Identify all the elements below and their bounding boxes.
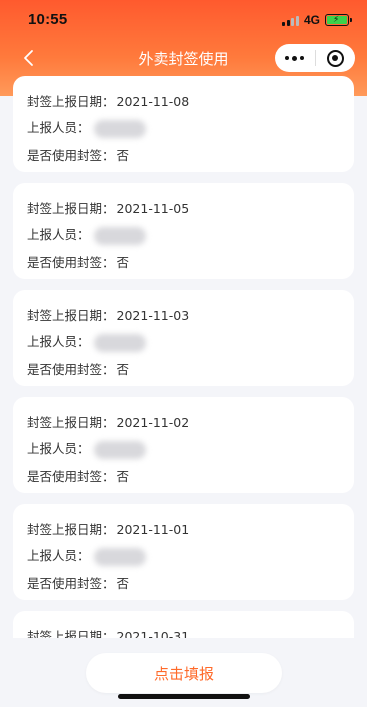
record-used-row: 是否使用封签：否: [27, 466, 129, 485]
used-label: 是否使用封签：: [27, 148, 115, 163]
record-reporter-row: 上报人员：: [27, 224, 146, 245]
reporter-label: 上报人员：: [27, 334, 90, 349]
used-value: 否: [116, 255, 130, 270]
redacted-name: [93, 333, 146, 352]
used-value: 否: [116, 576, 130, 591]
record-card[interactable]: 封签上报日期： 2021-11-01 上报人员： 是否使用封签：否: [13, 504, 354, 600]
used-label: 是否使用封签：: [27, 576, 115, 591]
more-dots-icon: [285, 56, 290, 60]
used-value: 否: [116, 469, 130, 484]
used-label: 是否使用封签：: [27, 469, 115, 484]
record-card[interactable]: 封签上报日期： 2021-10-31: [13, 611, 354, 638]
record-used-row: 是否使用封签：否: [27, 359, 129, 378]
date-value: 2021-10-31: [116, 629, 190, 638]
record-card[interactable]: 封签上报日期： 2021-11-03 上报人员： 是否使用封签：否: [13, 290, 354, 386]
close-button[interactable]: [315, 49, 355, 67]
record-used-row: 是否使用封签：否: [27, 573, 129, 592]
record-card[interactable]: 封签上报日期： 2021-11-05 上报人员： 是否使用封签：否: [13, 183, 354, 279]
date-label: 封签上报日期：: [27, 629, 115, 638]
used-label: 是否使用封签：: [27, 255, 115, 270]
nav-bar: 外卖封签使用: [0, 44, 367, 74]
record-reporter-row: 上报人员：: [27, 331, 146, 352]
record-date-row: 封签上报日期： 2021-10-31: [27, 626, 189, 638]
date-value: 2021-11-02: [116, 415, 190, 430]
more-button[interactable]: [275, 55, 315, 61]
date-label: 封签上报日期：: [27, 308, 115, 323]
record-used-row: 是否使用封签：否: [27, 145, 129, 164]
battery-icon: ⚡: [325, 14, 352, 26]
status-bar: 10:55 4G ⚡: [0, 0, 367, 42]
redacted-name: [93, 440, 146, 459]
date-value: 2021-11-01: [116, 522, 190, 537]
status-time: 10:55: [28, 11, 68, 28]
reporter-label: 上报人员：: [27, 441, 90, 456]
date-label: 封签上报日期：: [27, 94, 115, 109]
date-label: 封签上报日期：: [27, 201, 115, 216]
reporter-label: 上报人员：: [27, 548, 90, 563]
redacted-name: [93, 226, 146, 245]
signal-icon: [282, 15, 299, 26]
used-value: 否: [116, 362, 130, 377]
status-indicators: 4G ⚡: [282, 12, 352, 28]
redacted-name: [93, 119, 146, 138]
record-used-row: 是否使用封签：否: [27, 252, 129, 271]
submit-report-button[interactable]: 点击填报: [86, 653, 282, 693]
reporter-label: 上报人员：: [27, 227, 90, 242]
date-label: 封签上报日期：: [27, 415, 115, 430]
reporter-label: 上报人员：: [27, 120, 90, 135]
mini-program-capsule: [275, 44, 355, 72]
record-list[interactable]: 封签上报日期： 2021-11-08 上报人员： 是否使用封签：否 封签上报日期：…: [0, 76, 367, 638]
used-label: 是否使用封签：: [27, 362, 115, 377]
network-type: 4G: [303, 13, 320, 27]
target-close-icon: [326, 49, 344, 67]
record-date-row: 封签上报日期： 2021-11-08: [27, 91, 189, 110]
used-value: 否: [116, 148, 130, 163]
record-date-row: 封签上报日期： 2021-11-03: [27, 305, 189, 324]
date-label: 封签上报日期：: [27, 522, 115, 537]
record-card[interactable]: 封签上报日期： 2021-11-08 上报人员： 是否使用封签：否: [13, 76, 354, 172]
date-value: 2021-11-08: [116, 94, 190, 109]
record-reporter-row: 上报人员：: [27, 438, 146, 459]
date-value: 2021-11-05: [116, 201, 190, 216]
date-value: 2021-11-03: [116, 308, 190, 323]
record-date-row: 封签上报日期： 2021-11-05: [27, 198, 189, 217]
home-indicator: [118, 694, 250, 699]
record-date-row: 封签上报日期： 2021-11-02: [27, 412, 189, 431]
record-date-row: 封签上报日期： 2021-11-01: [27, 519, 189, 538]
record-card[interactable]: 封签上报日期： 2021-11-02 上报人员： 是否使用封签：否: [13, 397, 354, 493]
record-reporter-row: 上报人员：: [27, 545, 146, 566]
record-reporter-row: 上报人员：: [27, 117, 146, 138]
redacted-name: [93, 547, 146, 566]
